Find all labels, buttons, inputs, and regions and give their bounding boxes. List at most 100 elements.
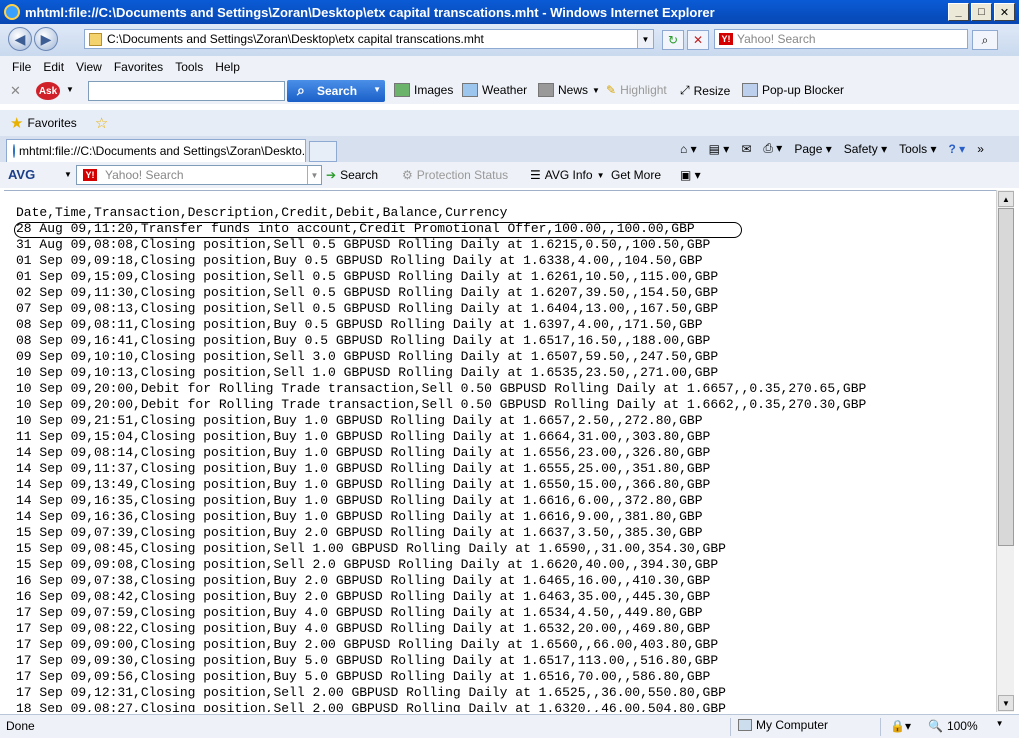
csv-data-line: 07 Sep 09,08:13,Closing position,Sell 0.…: [16, 301, 719, 316]
avg-info-label: AVG Info: [544, 168, 593, 182]
page-menu[interactable]: Page ▾: [794, 142, 831, 156]
avg-info-button[interactable]: ☰ AVG Info ▼: [530, 168, 605, 182]
home-icon[interactable]: ⌂ ▾: [680, 142, 697, 156]
csv-data-line: 02 Sep 09,11:30,Closing position,Sell 0.…: [16, 285, 719, 300]
csv-data-line: 17 Sep 09,09:00,Closing position,Buy 2.0…: [16, 637, 719, 652]
refresh-button[interactable]: ↻: [662, 30, 684, 50]
page-content: Date,Time,Transaction,Description,Credit…: [4, 190, 996, 712]
get-more-button[interactable]: Get More: [611, 168, 661, 182]
avg-dropdown-icon[interactable]: ▼: [64, 170, 72, 179]
popup-blocker-button[interactable]: Pop-up Blocker: [742, 83, 844, 97]
feeds-icon[interactable]: ▤ ▾: [709, 142, 730, 156]
tab-current[interactable]: mhtml:file://C:\Documents and Settings\Z…: [6, 139, 306, 162]
close-button[interactable]: ✕: [994, 3, 1015, 21]
help-icon[interactable]: ? ▾: [949, 142, 966, 156]
csv-data-line: 14 Sep 09,11:37,Closing position,Buy 1.0…: [16, 461, 711, 476]
safety-menu[interactable]: Safety ▾: [844, 142, 887, 156]
toolbar-close-icon[interactable]: ✕: [10, 83, 21, 99]
avg-toolbar: AVG ▼ Y! Yahoo! Search ▼ ➔ Search ⚙ Prot…: [0, 162, 1019, 188]
images-button[interactable]: Images: [394, 83, 453, 97]
print-icon[interactable]: ⎙ ▾: [763, 141, 782, 156]
search-go-button[interactable]: ⌕: [972, 30, 998, 50]
chevron-right-icon[interactable]: »: [977, 142, 984, 156]
protected-mode-icon[interactable]: 🔒▾: [890, 719, 911, 733]
status-separator: [730, 718, 731, 736]
csv-data-line: 14 Sep 09,08:14,Closing position,Buy 1.0…: [16, 445, 711, 460]
ask-logo[interactable]: Ask: [36, 82, 60, 100]
tools-menu-label: Tools: [899, 141, 928, 156]
ask-search-input[interactable]: [88, 81, 285, 101]
window-title: mhtml:file://C:\Documents and Settings\Z…: [25, 4, 715, 20]
back-button[interactable]: ◀: [8, 27, 32, 51]
ask-search-dropdown-icon[interactable]: ▼: [373, 85, 381, 94]
resize-label: Resize: [693, 83, 731, 98]
menu-file[interactable]: File: [6, 60, 37, 74]
address-bar[interactable]: C:\Documents and Settings\Zoran\Desktop\…: [84, 29, 654, 49]
avg-search-input[interactable]: Y! Yahoo! Search ▼: [76, 165, 322, 185]
csv-data-line: 14 Sep 09,16:35,Closing position,Buy 1.0…: [16, 493, 703, 508]
protection-status-button[interactable]: ⚙ Protection Status: [402, 168, 508, 182]
ask-search-button[interactable]: ⌕ Search ▼: [287, 80, 385, 102]
title-bar: mhtml:file://C:\Documents and Settings\Z…: [0, 0, 1019, 24]
maximize-button[interactable]: □: [971, 3, 992, 21]
tab-page-icon: [13, 144, 15, 158]
highlight-button[interactable]: ✎ Highlight: [606, 83, 667, 97]
menu-edit[interactable]: Edit: [37, 60, 70, 74]
scroll-up-icon[interactable]: ▲: [998, 191, 1014, 207]
ask-dropdown-icon[interactable]: ▼: [66, 85, 74, 94]
zoom-icon: 🔍: [928, 719, 943, 733]
scroll-down-icon[interactable]: ▼: [998, 695, 1014, 711]
address-dropdown-icon[interactable]: ▼: [637, 30, 653, 48]
avg-search-button[interactable]: ➔ Search: [326, 168, 378, 182]
zoom-control[interactable]: 🔍 100% ▼: [928, 719, 1004, 733]
ask-toolbar: ✕ Ask ▼ ⌕ Search ▼ Images Weather News ▼…: [0, 78, 1019, 104]
protection-status-icon: ⚙: [402, 168, 413, 182]
menu-favorites[interactable]: Favorites: [108, 60, 169, 74]
highlight-label: Highlight: [620, 83, 667, 97]
news-icon: [538, 83, 554, 97]
window-controls: _ □ ✕: [948, 3, 1015, 21]
images-icon: [394, 83, 410, 97]
stop-button[interactable]: ✕: [687, 30, 709, 50]
favorites-button[interactable]: Favorites: [27, 116, 76, 130]
search-input[interactable]: Y! Yahoo! Search: [714, 29, 968, 49]
security-zone[interactable]: My Computer: [738, 718, 828, 732]
menu-tools[interactable]: Tools: [169, 60, 209, 74]
csv-data-line: 10 Sep 09,20:00,Debit for Rolling Trade …: [16, 381, 867, 396]
avg-extra-icon: ▣ ▾: [680, 168, 701, 182]
zoom-dropdown-icon: ▼: [995, 719, 1004, 728]
forward-button[interactable]: ▶: [34, 27, 58, 51]
avg-yahoo-icon: Y!: [83, 169, 97, 181]
yahoo-icon: Y!: [719, 33, 733, 45]
csv-data-line: 16 Sep 09,08:42,Closing position,Buy 2.0…: [16, 589, 711, 604]
weather-icon: [462, 83, 478, 97]
address-url: C:\Documents and Settings\Zoran\Desktop\…: [107, 32, 484, 46]
csv-data-line: 17 Sep 09,09:30,Closing position,Buy 5.0…: [16, 653, 719, 668]
avg-extra-button[interactable]: ▣ ▾: [680, 168, 701, 182]
scroll-thumb[interactable]: [998, 208, 1014, 546]
menu-help[interactable]: Help: [209, 60, 246, 74]
new-tab-button[interactable]: [309, 141, 337, 162]
tools-menu[interactable]: Tools ▾: [899, 142, 936, 156]
weather-button[interactable]: Weather: [462, 83, 527, 97]
favorites-star-icon[interactable]: ★: [10, 114, 23, 132]
menu-view[interactable]: View: [70, 60, 108, 74]
csv-data-line: 18 Sep 09,08:27,Closing position,Sell 2.…: [16, 701, 726, 712]
add-favorites-icon[interactable]: ☆: [95, 114, 108, 132]
avg-logo[interactable]: AVG: [8, 167, 35, 182]
csv-data-line: 11 Sep 09,15:04,Closing position,Buy 1.0…: [16, 429, 711, 444]
csv-data-line: 17 Sep 09,12:31,Closing position,Sell 2.…: [16, 685, 726, 700]
avg-search-dropdown-icon[interactable]: ▼: [307, 166, 321, 184]
resize-button[interactable]: ⤢ Resize: [680, 83, 730, 98]
mail-icon[interactable]: ✉: [741, 142, 751, 156]
images-label: Images: [414, 83, 454, 97]
ask-search-label: Search: [317, 84, 358, 98]
csv-data-line: 17 Sep 09,07:59,Closing position,Buy 4.0…: [16, 605, 703, 620]
news-button[interactable]: News ▼: [538, 83, 600, 97]
vertical-scrollbar[interactable]: ▲ ▼: [996, 190, 1014, 712]
minimize-button[interactable]: _: [948, 3, 969, 21]
search-placeholder: Yahoo! Search: [737, 32, 816, 46]
weather-label: Weather: [482, 83, 528, 97]
csv-data-line: 14 Sep 09,13:49,Closing position,Buy 1.0…: [16, 477, 711, 492]
status-bar: Done My Computer 🔒▾ 🔍 100% ▼: [0, 714, 1019, 738]
